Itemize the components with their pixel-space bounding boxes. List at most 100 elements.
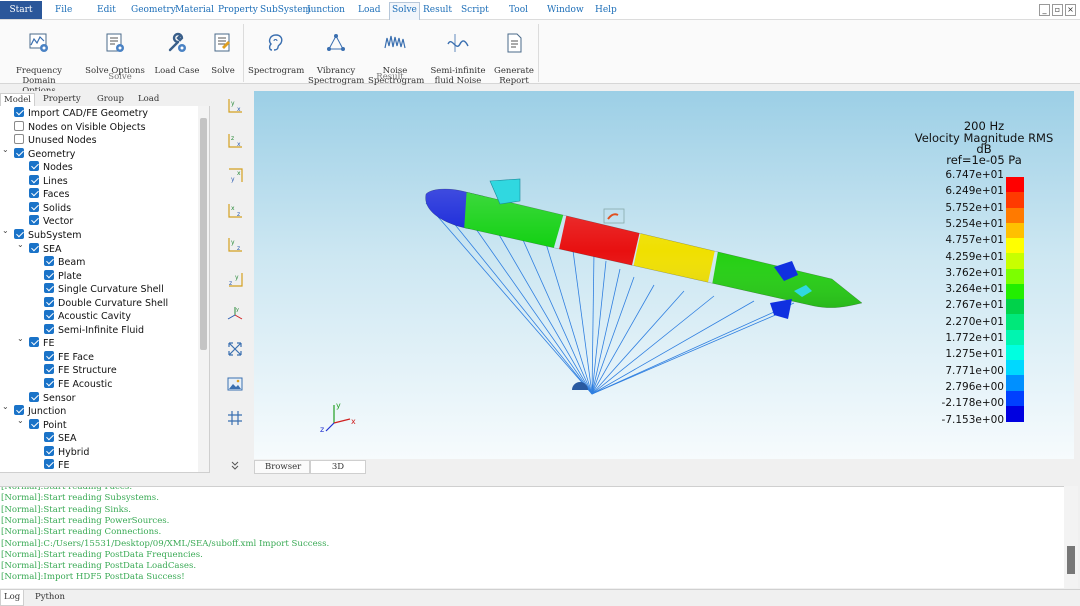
- tree-item[interactable]: Nodes on Visible Objects: [14, 120, 146, 134]
- menu-load[interactable]: Load: [358, 3, 381, 18]
- tree-checkbox[interactable]: [44, 256, 54, 267]
- solve-options-button[interactable]: Solve Options: [84, 22, 146, 76]
- menu-geometry[interactable]: Geometry: [131, 3, 176, 18]
- expand-caret-icon[interactable]: ⌄: [2, 226, 9, 235]
- tree-item[interactable]: FE: [29, 337, 54, 350]
- tab-browser[interactable]: Browser: [254, 460, 310, 474]
- spectrogram-button[interactable]: Spectrogram: [248, 22, 304, 76]
- tree-checkbox[interactable]: [14, 107, 24, 117]
- tree-checkbox[interactable]: [29, 242, 39, 253]
- expand-caret-icon[interactable]: ⌄: [17, 334, 24, 343]
- tree-item[interactable]: Vector: [29, 215, 73, 228]
- tree-item[interactable]: Hybrid: [44, 445, 89, 459]
- tree-item[interactable]: Solids: [29, 201, 71, 215]
- tree-item[interactable]: Sensor: [29, 391, 76, 405]
- tree-item[interactable]: Lines: [29, 174, 68, 188]
- expand-caret-icon[interactable]: ⌄: [17, 240, 24, 249]
- tab-model[interactable]: Model: [0, 93, 36, 106]
- tree-checkbox[interactable]: [44, 445, 54, 456]
- tab-log[interactable]: Log: [0, 590, 25, 606]
- tree-checkbox[interactable]: [44, 350, 54, 361]
- view-xy-icon[interactable]: yx: [226, 97, 244, 115]
- semi-infinite-fluid-noise-button[interactable]: Semi-infinite fluid Noise: [426, 22, 490, 86]
- tree-item[interactable]: Nodes: [29, 161, 73, 174]
- tree-checkbox[interactable]: [29, 391, 39, 402]
- tree-item[interactable]: Geometry: [14, 147, 75, 161]
- menu-tool[interactable]: Tool: [509, 3, 528, 18]
- tree-item[interactable]: Double Curvature Shell: [44, 296, 168, 310]
- menu-junction[interactable]: Junction: [307, 3, 345, 18]
- tree-item[interactable]: Single Curvature Shell: [44, 283, 164, 296]
- tree-checkbox[interactable]: [29, 188, 39, 199]
- tree-checkbox[interactable]: [29, 201, 39, 212]
- tree-checkbox[interactable]: [44, 323, 54, 334]
- close-button[interactable]: ×: [1065, 4, 1076, 16]
- menu-window[interactable]: Window: [547, 3, 584, 18]
- minimize-button[interactable]: _: [1039, 4, 1050, 16]
- vibrancy-spectrogram-button[interactable]: Vibrancy Spectrogram: [308, 22, 364, 86]
- fit-view-icon[interactable]: [226, 340, 244, 358]
- tree-item[interactable]: Semi-Infinite Fluid: [44, 323, 144, 337]
- log-scrollbar[interactable]: [1064, 486, 1078, 588]
- tree-item[interactable]: Unused Nodes: [14, 134, 97, 147]
- view-yx-icon[interactable]: yx: [226, 167, 244, 185]
- menu-subsystem[interactable]: SubSystem: [260, 3, 311, 18]
- menu-script[interactable]: Script: [461, 3, 489, 18]
- tree-checkbox[interactable]: [44, 364, 54, 375]
- menu-help[interactable]: Help: [595, 3, 617, 18]
- menu-edit[interactable]: Edit: [97, 3, 116, 18]
- tree-item[interactable]: FE Acoustic: [44, 378, 112, 391]
- tree-scrollbar-thumb[interactable]: [200, 118, 207, 350]
- view-zy-icon[interactable]: yz: [226, 271, 244, 289]
- tree-checkbox[interactable]: [29, 161, 39, 172]
- tree-item[interactable]: Import CAD/FE Geometry: [14, 107, 148, 120]
- tree-item[interactable]: Beam: [44, 256, 85, 269]
- menu-property[interactable]: Property: [218, 3, 258, 18]
- tab-load[interactable]: Load: [135, 93, 162, 106]
- tree-item[interactable]: FE: [44, 459, 69, 472]
- tree-checkbox[interactable]: [44, 378, 54, 388]
- tree-checkbox[interactable]: [44, 296, 54, 307]
- screenshot-icon[interactable]: [226, 375, 244, 393]
- tab-python[interactable]: Python: [32, 590, 68, 606]
- tab-3d[interactable]: 3D: [310, 460, 366, 474]
- log-scrollbar-thumb[interactable]: [1067, 546, 1075, 574]
- tree-checkbox[interactable]: [14, 120, 24, 131]
- tree-item[interactable]: SEA: [29, 242, 62, 256]
- tree-checkbox[interactable]: [44, 269, 54, 280]
- tree-checkbox[interactable]: [29, 418, 39, 429]
- expand-caret-icon[interactable]: ⌄: [2, 402, 9, 411]
- tab-group[interactable]: Group: [94, 93, 127, 106]
- tree-checkbox[interactable]: [14, 405, 24, 416]
- grid-icon[interactable]: [226, 409, 244, 427]
- tree-checkbox[interactable]: [44, 459, 54, 470]
- expand-caret-icon[interactable]: ⌄: [2, 145, 9, 154]
- menu-result[interactable]: Result: [423, 3, 452, 18]
- tree-item[interactable]: Faces: [29, 188, 69, 201]
- generate-report-button[interactable]: Generate Report: [492, 22, 536, 86]
- view-iso-icon[interactable]: y: [226, 305, 244, 323]
- tree-item[interactable]: Point: [29, 418, 67, 432]
- tree-item[interactable]: Acoustic Cavity: [44, 310, 131, 323]
- tree-item[interactable]: FE Structure: [44, 364, 117, 377]
- view-zx-icon[interactable]: xz: [226, 202, 244, 220]
- menu-material[interactable]: Material: [175, 3, 214, 18]
- tree-checkbox[interactable]: [14, 134, 24, 145]
- tree-item[interactable]: FE Face: [44, 350, 94, 364]
- menu-file[interactable]: File: [55, 3, 72, 18]
- tab-property[interactable]: Property: [40, 93, 84, 106]
- tree-item[interactable]: SEA: [44, 432, 77, 445]
- tree-checkbox[interactable]: [29, 215, 39, 226]
- tree-checkbox[interactable]: [14, 228, 24, 239]
- tree-checkbox[interactable]: [44, 432, 54, 443]
- tree-item[interactable]: SubSystem: [14, 228, 82, 242]
- load-case-button[interactable]: Load Case: [154, 22, 200, 76]
- tree-item[interactable]: Plate: [44, 269, 82, 283]
- tree-checkbox[interactable]: [14, 147, 24, 158]
- view-yz-icon[interactable]: yz: [226, 236, 244, 254]
- restore-button[interactable]: ▫: [1052, 4, 1063, 16]
- menu-solve[interactable]: Solve: [389, 2, 420, 20]
- tree-checkbox[interactable]: [29, 174, 39, 185]
- expand-more-icon[interactable]: [228, 459, 242, 471]
- view-xz-icon[interactable]: zx: [226, 132, 244, 150]
